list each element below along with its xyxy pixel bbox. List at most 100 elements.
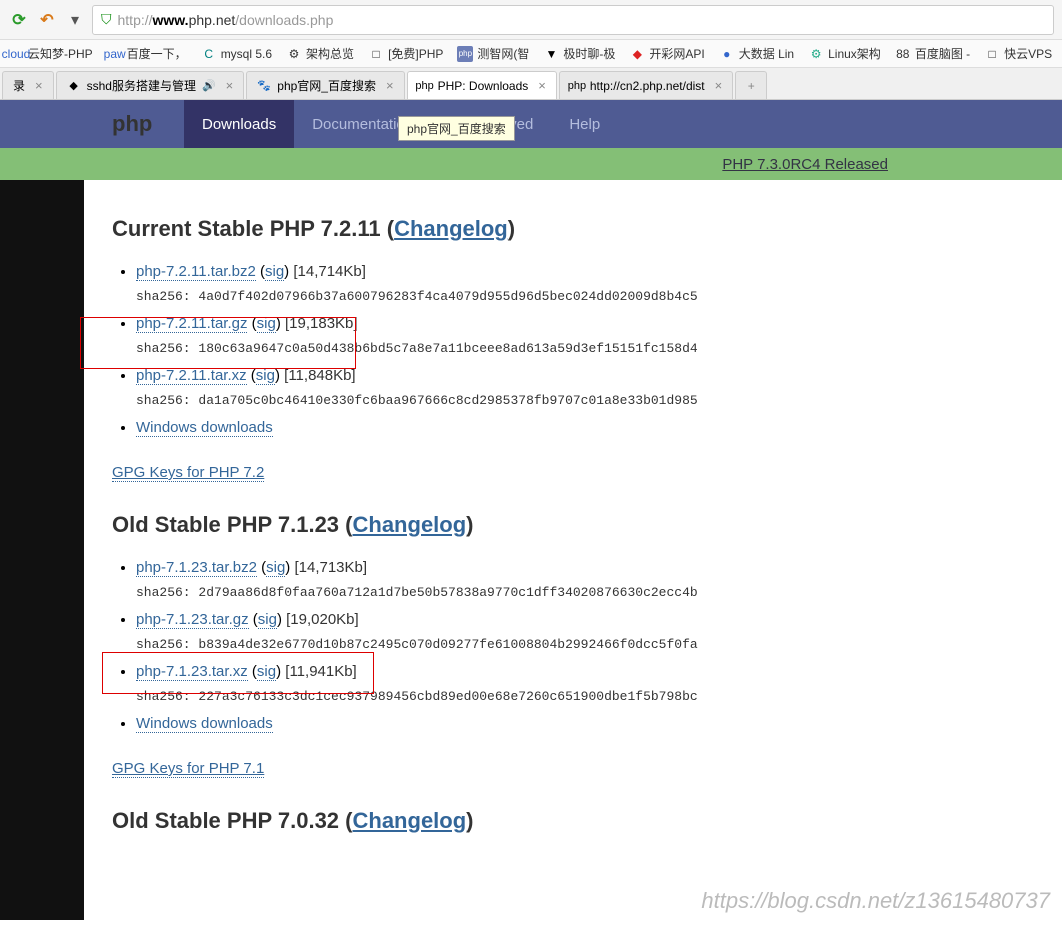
site-navbar: php DownloadsDocumentationGet InvolvedHe… <box>0 100 1062 148</box>
dropdown-icon[interactable]: ▾ <box>64 9 86 31</box>
browser-tab[interactable]: 🐾 php官网_百度搜索 × <box>246 71 404 99</box>
bookmark-icon: php <box>457 46 473 62</box>
download-link[interactable]: php-7.2.11.tar.xz <box>136 367 247 385</box>
close-icon[interactable]: × <box>226 78 234 93</box>
bookmark-icon: cloud <box>8 46 24 62</box>
bookmark-item[interactable]: paw百度一下， <box>107 45 187 62</box>
gpg-keys-link[interactable]: GPG Keys for PHP 7.2 <box>112 464 264 482</box>
tab-favicon: php <box>418 79 432 93</box>
browser-tab[interactable]: php http://cn2.php.net/dist × <box>559 71 733 99</box>
download-link[interactable]: php-7.2.11.tar.gz <box>136 315 247 333</box>
bookmark-icon: ⚙ <box>286 46 302 62</box>
tab-title: http://cn2.php.net/dist <box>590 79 705 93</box>
bookmark-label: 开彩网API <box>649 45 704 62</box>
url-text: http://www.php.net/downloads.php <box>118 12 334 28</box>
bookmark-icon: □ <box>368 46 384 62</box>
bookmark-icon: ◆ <box>629 46 645 62</box>
bookmark-label: 大数据 Lin <box>739 45 794 62</box>
bookmark-item[interactable]: ◆开彩网API <box>629 45 704 62</box>
close-icon[interactable]: × <box>538 78 546 93</box>
bookmark-label: Linux架构 <box>828 45 881 62</box>
php-logo[interactable]: php <box>112 100 152 148</box>
download-link[interactable]: php-7.1.23.tar.bz2 <box>136 559 257 577</box>
nav-item-downloads[interactable]: Downloads <box>184 100 294 148</box>
tab-favicon: ◆ <box>67 79 81 93</box>
file-list: php-7.2.11.tar.bz2 (sig) [14,714Kb]sha25… <box>112 260 1034 440</box>
windows-downloads-link[interactable]: Windows downloads <box>136 419 273 437</box>
bookmark-item[interactable]: ●大数据 Lin <box>719 45 794 62</box>
sig-link[interactable]: sig <box>258 611 277 629</box>
address-bar[interactable]: ⛉ http://www.php.net/downloads.php <box>92 5 1054 35</box>
file-size: [19,183Kb] <box>285 315 358 332</box>
section-heading: Current Stable PHP 7.2.11 (Changelog) <box>112 216 1034 242</box>
browser-tab[interactable]: 录× <box>2 71 54 99</box>
bookmark-item[interactable]: 88百度脑图 - <box>895 45 970 62</box>
download-link[interactable]: php-7.1.23.tar.gz <box>136 611 249 629</box>
undo-icon[interactable]: ↶ <box>36 9 58 31</box>
tab-title: PHP: Downloads <box>438 79 529 93</box>
tab-favicon: 🐾 <box>257 79 271 93</box>
file-item: Windows downloads <box>136 416 1034 440</box>
changelog-link[interactable]: Changelog <box>394 216 508 241</box>
tab-title: php官网_百度搜索 <box>277 77 376 94</box>
download-link[interactable]: php-7.2.11.tar.bz2 <box>136 263 256 281</box>
close-icon[interactable]: × <box>35 78 43 93</box>
file-item: php-7.1.23.tar.gz (sig) [19,020Kb]sha256… <box>136 608 1034 656</box>
close-icon[interactable]: × <box>386 78 394 93</box>
file-item: php-7.2.11.tar.bz2 (sig) [14,714Kb]sha25… <box>136 260 1034 308</box>
refresh-icon[interactable]: ⟳ <box>8 9 30 31</box>
download-link[interactable]: php-7.1.23.tar.xz <box>136 663 248 681</box>
main-content: Current Stable PHP 7.2.11 (Changelog) php… <box>84 180 1062 920</box>
browser-tab[interactable]: php PHP: Downloads × <box>407 71 557 99</box>
tab-title: 录 <box>13 77 25 94</box>
file-size: [14,714Kb] <box>293 263 366 280</box>
file-item: php-7.2.11.tar.xz (sig) [11,848Kb]sha256… <box>136 364 1034 412</box>
bookmark-icon: ▼ <box>543 46 559 62</box>
sha256-hash: sha256: 2d79aa86d8f0faa760a712a1d7be50b5… <box>136 585 698 600</box>
browser-tab[interactable]: ◆sshd服务搭建与管理🔊× <box>56 71 245 99</box>
windows-downloads-link[interactable]: Windows downloads <box>136 715 273 733</box>
changelog-link[interactable]: Changelog <box>353 808 467 833</box>
sound-icon: 🔊 <box>202 79 216 92</box>
banner-link[interactable]: PHP 7.3.0RC4 Released <box>722 156 888 173</box>
file-item: php-7.2.11.tar.gz (sig) [19,183Kb]sha256… <box>136 312 1034 360</box>
bookmark-item[interactable]: Cmysql 5.6 <box>201 46 272 62</box>
bookmark-label: 测智网(智 <box>477 45 529 62</box>
sig-link[interactable]: sig <box>265 263 284 281</box>
browser-toolbar: ⟳ ↶ ▾ ⛉ http://www.php.net/downloads.php <box>0 0 1062 40</box>
file-item: Windows downloads <box>136 712 1034 736</box>
tooltip: php官网_百度搜索 <box>398 116 515 141</box>
close-icon[interactable]: × <box>715 78 723 93</box>
section-heading: Old Stable PHP 7.0.32 (Changelog) <box>112 808 1034 834</box>
sha256-hash: sha256: 227a3c76133c3dc1cec937989456cbd8… <box>136 689 698 704</box>
release-banner: PHP 7.3.0RC4 Released <box>0 148 1062 180</box>
changelog-link[interactable]: Changelog <box>353 512 467 537</box>
sig-link[interactable]: sig <box>266 559 285 577</box>
bookmarks-bar: cloud云知梦-PHP paw百度一下， Cmysql 5.6 ⚙架构总览 □[免费]… <box>0 40 1062 68</box>
file-item: php-7.1.23.tar.bz2 (sig) [14,713Kb]sha25… <box>136 556 1034 604</box>
sig-link[interactable]: sig <box>256 367 275 385</box>
nav-item-help[interactable]: Help <box>551 100 618 148</box>
bookmark-item[interactable]: □快云VPS <box>984 45 1052 62</box>
sha256-hash: sha256: da1a705c0bc46410e330fc6baa967666… <box>136 393 698 408</box>
file-item: php-7.1.23.tar.xz (sig) [11,941Kb]sha256… <box>136 660 1034 708</box>
bookmark-item[interactable]: cloud云知梦-PHP <box>8 45 93 62</box>
bookmark-item[interactable]: ⚙Linux架构 <box>808 45 881 62</box>
sig-link[interactable]: sig <box>257 663 276 681</box>
file-size: [11,848Kb] <box>284 367 355 384</box>
bookmark-item[interactable]: php测智网(智 <box>457 45 529 62</box>
bookmark-item[interactable]: ⚙架构总览 <box>286 45 354 62</box>
sha256-hash: sha256: 4a0d7f402d07966b37a600796283f4ca… <box>136 289 698 304</box>
new-tab-button[interactable]: + <box>735 71 767 99</box>
sig-link[interactable]: sig <box>257 315 276 333</box>
sha256-hash: sha256: b839a4de32e6770d10b87c2495c070d0… <box>136 637 698 652</box>
file-list: php-7.1.23.tar.bz2 (sig) [14,713Kb]sha25… <box>112 556 1034 736</box>
file-size: [19,020Kb] <box>286 611 359 628</box>
bookmark-icon: □ <box>984 46 1000 62</box>
bookmark-item[interactable]: □[免费]PHP <box>368 45 443 62</box>
bookmark-label: mysql 5.6 <box>221 47 272 61</box>
bookmark-item[interactable]: ▼极时聊-极 <box>543 45 615 62</box>
tab-favicon: php <box>570 79 584 93</box>
tab-strip: 录×◆sshd服务搭建与管理🔊×🐾php官网_百度搜索×phpPHP: Down… <box>0 68 1062 100</box>
gpg-keys-link[interactable]: GPG Keys for PHP 7.1 <box>112 760 264 778</box>
